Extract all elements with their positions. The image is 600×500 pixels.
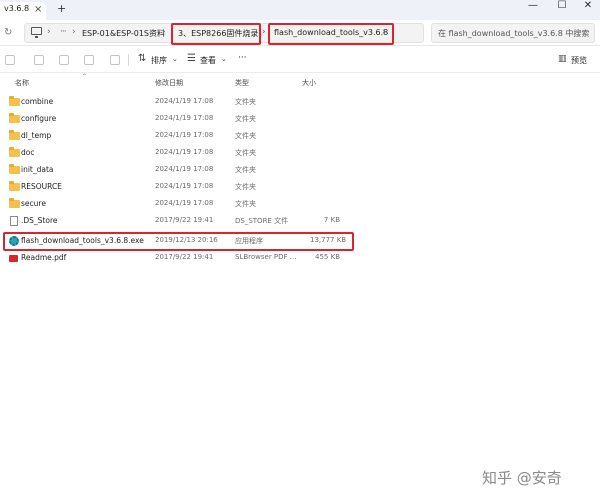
file-row-resource[interactable]: RESOURCE 2024/1/19 17:08 文件夹 xyxy=(4,179,356,196)
tab-title: v3.6.8 xyxy=(4,4,30,13)
file-name: dl_temp xyxy=(21,131,52,140)
toolbar-divider xyxy=(128,54,129,66)
preview-button[interactable]: 预览 xyxy=(571,55,587,66)
more-options-button[interactable]: ··· xyxy=(238,53,247,63)
file-row-dl-temp[interactable]: dl_temp 2024/1/19 17:08 文件夹 xyxy=(4,128,356,145)
file-name: combine xyxy=(21,97,54,106)
file-date: 2024/1/19 17:08 xyxy=(155,148,214,156)
file-date: 2024/1/19 17:08 xyxy=(155,114,214,122)
maximize-button[interactable]: ☐ xyxy=(548,0,576,14)
file-type: 文件夹 xyxy=(235,200,256,208)
file-type: DS_STORE 文件 xyxy=(235,217,289,225)
copy-icon[interactable] xyxy=(59,55,69,65)
sort-caret-icon: ⌃ xyxy=(82,73,88,80)
tab-current-folder[interactable]: v3.6.8 × xyxy=(0,2,46,20)
file-type: 文件夹 xyxy=(235,98,256,106)
highlight-box-exe-row xyxy=(3,232,354,251)
folder-icon xyxy=(9,130,20,140)
folder-icon xyxy=(9,164,20,174)
file-type: 文件夹 xyxy=(235,132,256,140)
folder-icon xyxy=(9,147,20,157)
new-tab-button[interactable]: + xyxy=(57,2,66,15)
breadcrumb-esp01-docs[interactable]: ESP-01&ESP-01S资料 xyxy=(82,28,165,39)
column-header-date[interactable]: 修改日期 xyxy=(155,78,183,88)
file-name: RESOURCE xyxy=(21,182,62,191)
file-date: 2024/1/19 17:08 xyxy=(155,182,214,190)
file-date: 2024/1/19 17:08 xyxy=(155,97,214,105)
file-type: SLBrowser PDF ... xyxy=(235,253,297,261)
document-icon xyxy=(10,216,18,226)
file-name: configure xyxy=(21,114,57,123)
search-input[interactable]: 在 flash_download_tools_v3.6.8 中搜索 xyxy=(431,23,595,43)
column-header-size[interactable]: 大小 xyxy=(302,78,316,88)
file-date: 2024/1/19 17:08 xyxy=(155,199,214,207)
pdf-icon xyxy=(9,255,18,262)
file-size: 455 KB xyxy=(315,253,340,261)
highlight-box-tools xyxy=(268,23,394,45)
preview-pane-icon[interactable]: ▥ xyxy=(558,54,567,64)
paste-icon[interactable] xyxy=(84,55,94,65)
file-row-ds-store[interactable]: .DS_Store 2017/9/22 19:41 DS_STORE 文件 7 … xyxy=(4,213,356,230)
column-header-name[interactable]: 名称 xyxy=(15,78,29,88)
chevron-down-icon[interactable]: ⌄ xyxy=(172,55,178,63)
breadcrumb-separator[interactable]: › xyxy=(162,27,166,37)
file-row-combine[interactable]: combine 2024/1/19 17:08 文件夹 xyxy=(4,94,356,111)
file-row-init-data[interactable]: init_data 2024/1/19 17:08 文件夹 xyxy=(4,162,356,179)
sort-button[interactable]: 排序 xyxy=(151,55,167,66)
file-date: 2024/1/19 17:08 xyxy=(155,165,214,173)
folder-icon xyxy=(9,113,20,123)
breadcrumb-separator[interactable]: › xyxy=(47,27,51,37)
chevron-down-icon[interactable]: ⌄ xyxy=(221,55,227,63)
file-row-configure[interactable]: configure 2024/1/19 17:08 文件夹 xyxy=(4,111,356,128)
new-item-icon[interactable] xyxy=(5,55,15,65)
folder-icon xyxy=(9,181,20,191)
breadcrumb-separator[interactable]: › xyxy=(262,27,266,37)
column-header-type[interactable]: 类型 xyxy=(235,78,249,88)
file-row-doc[interactable]: doc 2024/1/19 17:08 文件夹 xyxy=(4,145,356,162)
file-date: 2017/9/22 19:41 xyxy=(155,253,214,261)
refresh-icon[interactable]: ↻ xyxy=(4,27,12,38)
folder-icon xyxy=(9,96,20,106)
file-type: 文件夹 xyxy=(235,183,256,191)
folder-icon xyxy=(9,198,20,208)
cut-icon[interactable] xyxy=(34,55,44,65)
breadcrumb-overflow[interactable]: ··· xyxy=(60,27,67,37)
minimize-button[interactable]: — xyxy=(519,0,547,14)
computer-icon[interactable] xyxy=(31,27,42,38)
watermark: 知乎 @安奇 xyxy=(482,469,562,487)
file-size: 7 KB xyxy=(323,216,340,224)
breadcrumb-separator[interactable]: › xyxy=(72,27,76,37)
file-date: 2017/9/22 19:41 xyxy=(155,216,214,224)
command-bar: ⇅ 排序 ⌄ ☰ 查看 ⌄ ··· ▥ 预览 xyxy=(0,47,600,73)
file-name: .DS_Store xyxy=(21,216,58,225)
address-bar[interactable]: › ··· › ESP-01&ESP-01S资料 › 3、ESP8266固件烧录… xyxy=(24,23,424,45)
file-type: 文件夹 xyxy=(235,166,256,174)
sort-icon[interactable]: ⇅ xyxy=(138,53,146,64)
file-row-secure[interactable]: secure 2024/1/19 17:08 文件夹 xyxy=(4,196,356,213)
file-date: 2024/1/19 17:08 xyxy=(155,131,214,139)
highlight-box-firmware xyxy=(171,23,261,45)
file-type: 文件夹 xyxy=(235,149,256,157)
delete-icon[interactable] xyxy=(110,55,120,65)
file-name: secure xyxy=(21,199,46,208)
file-name: Readme.pdf xyxy=(21,253,67,262)
title-bar: v3.6.8 × + — ☐ ✕ xyxy=(0,0,600,20)
address-row: ↻ › ··· › ESP-01&ESP-01S资料 › 3、ESP8266固件… xyxy=(0,20,600,46)
close-window-button[interactable]: ✕ xyxy=(574,0,600,14)
view-button[interactable]: 查看 xyxy=(200,55,216,66)
file-type: 文件夹 xyxy=(235,115,256,123)
file-name: init_data xyxy=(21,165,54,174)
file-name: doc xyxy=(21,148,35,157)
view-icon[interactable]: ☰ xyxy=(187,53,196,64)
file-row-readme-pdf[interactable]: Readme.pdf 2017/9/22 19:41 SLBrowser PDF… xyxy=(4,250,356,267)
close-tab-icon[interactable]: × xyxy=(34,4,42,15)
